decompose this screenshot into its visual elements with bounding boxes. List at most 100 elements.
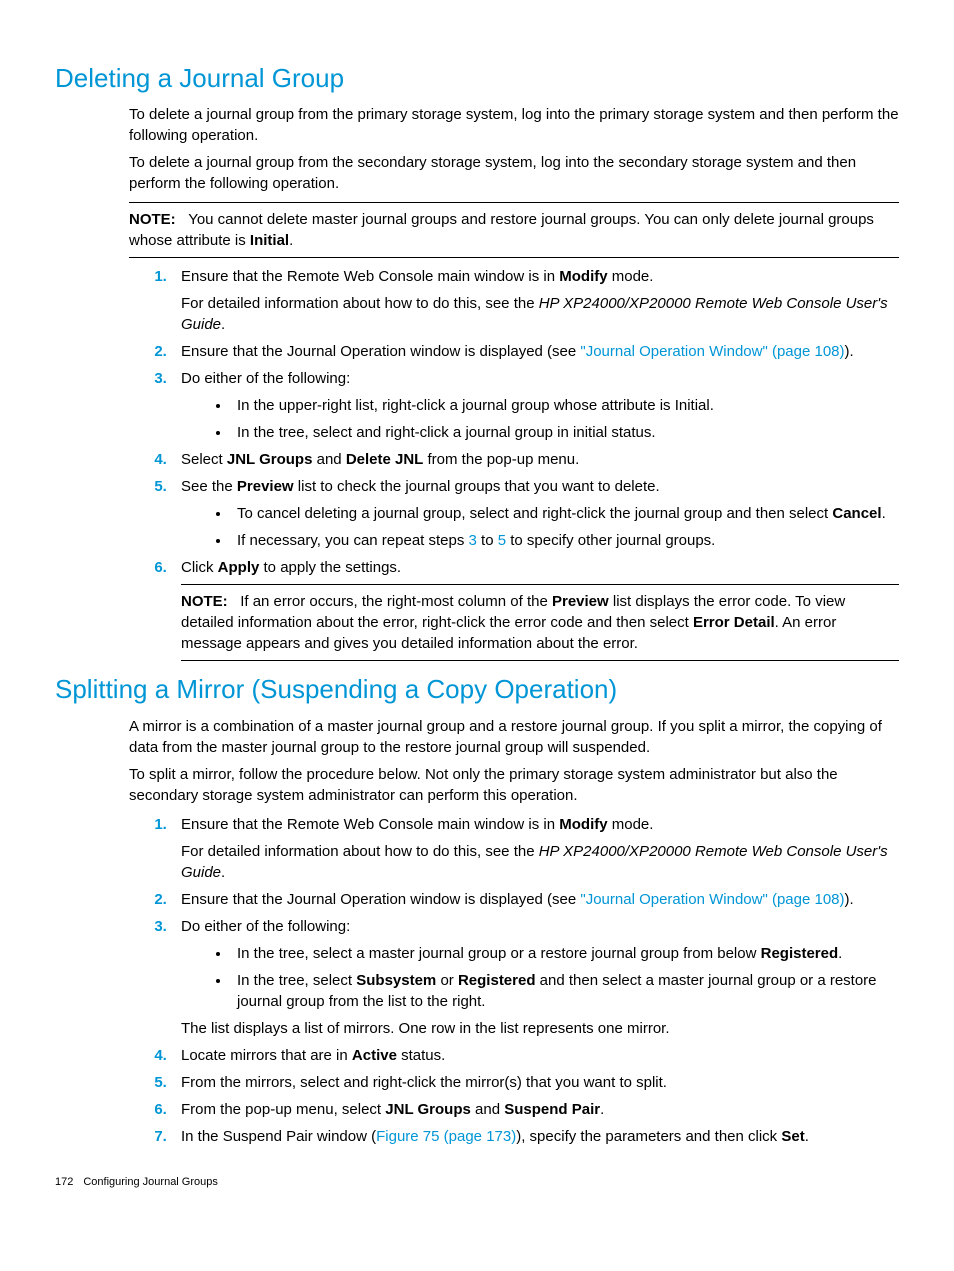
text: to xyxy=(477,532,498,549)
section-body: A mirror is a combination of a master jo… xyxy=(129,716,899,1147)
link-step-5[interactable]: 5 xyxy=(498,532,506,549)
text: . xyxy=(289,232,293,249)
page-footer: 172 Configuring Journal Groups xyxy=(55,1175,899,1190)
step: Select JNL Groups and Delete JNL from th… xyxy=(171,449,899,470)
step: Do either of the following: In the tree,… xyxy=(171,916,899,1039)
bold: Preview xyxy=(552,593,609,610)
text: To cancel deleting a journal group, sele… xyxy=(237,505,832,522)
bold: Registered xyxy=(761,945,839,962)
note-text: You cannot delete master journal groups … xyxy=(129,211,874,249)
text: Do either of the following: xyxy=(181,918,350,935)
section-heading-splitting: Splitting a Mirror (Suspending a Copy Op… xyxy=(55,671,899,707)
note-box: NOTE: You cannot delete master journal g… xyxy=(129,202,899,258)
bold: Active xyxy=(352,1047,397,1064)
bullet: In the tree, select a master journal gro… xyxy=(231,943,899,964)
text: If an error occurs, the right-most colum… xyxy=(240,593,552,610)
note-label: NOTE: xyxy=(129,211,176,228)
text: to specify other journal groups. xyxy=(506,532,715,549)
text: . xyxy=(882,505,886,522)
text: ), specify the parameters and then click xyxy=(516,1128,781,1145)
para: To split a mirror, follow the procedure … xyxy=(129,764,899,806)
bullet-list: In the tree, select a master journal gro… xyxy=(181,943,899,1012)
text: Ensure that the Remote Web Console main … xyxy=(181,816,559,833)
footer-title: Configuring Journal Groups xyxy=(83,1176,218,1188)
text: If necessary, you can repeat steps xyxy=(237,532,469,549)
section-body: To delete a journal group from the prima… xyxy=(129,104,899,661)
text: . xyxy=(221,316,225,333)
bold: Registered xyxy=(458,972,536,989)
para: For detailed information about how to do… xyxy=(181,293,899,335)
text: See the xyxy=(181,478,237,495)
step: Ensure that the Remote Web Console main … xyxy=(171,814,899,883)
para: To delete a journal group from the secon… xyxy=(129,152,899,194)
text: Ensure that the Journal Operation window… xyxy=(181,343,580,360)
text: . xyxy=(805,1128,809,1145)
bold: Modify xyxy=(559,268,607,285)
step: From the pop-up menu, select JNL Groups … xyxy=(171,1099,899,1120)
text: mode. xyxy=(608,816,654,833)
step: Click Apply to apply the settings. NOTE:… xyxy=(171,557,899,661)
text: In the tree, select a master journal gro… xyxy=(237,945,761,962)
text: to apply the settings. xyxy=(259,559,401,576)
bullet: In the tree, select Subsystem or Registe… xyxy=(231,970,899,1012)
text: Do either of the following: xyxy=(181,370,350,387)
text: list to check the journal groups that yo… xyxy=(294,478,660,495)
section-heading-deleting: Deleting a Journal Group xyxy=(55,60,899,96)
note-label: NOTE: xyxy=(181,593,228,610)
text: Select xyxy=(181,451,227,468)
bullet-list: To cancel deleting a journal group, sele… xyxy=(181,503,899,551)
bold: JNL Groups xyxy=(227,451,313,468)
text: and xyxy=(471,1101,504,1118)
step: Ensure that the Journal Operation window… xyxy=(171,341,899,362)
bullet: If necessary, you can repeat steps 3 to … xyxy=(231,530,899,551)
step: Ensure that the Remote Web Console main … xyxy=(171,266,899,335)
text: For detailed information about how to do… xyxy=(181,843,539,860)
step: Do either of the following: In the upper… xyxy=(171,368,899,443)
step: In the Suspend Pair window (Figure 75 (p… xyxy=(171,1126,899,1147)
link-journal-operation[interactable]: "Journal Operation Window" (page 108) xyxy=(580,891,844,908)
bold: Error Detail xyxy=(693,614,775,631)
text: . xyxy=(838,945,842,962)
link-figure-75[interactable]: Figure 75 (page 173) xyxy=(376,1128,516,1145)
bold: Modify xyxy=(559,816,607,833)
text: from the pop-up menu. xyxy=(423,451,579,468)
text: Click xyxy=(181,559,218,576)
bold: Suspend Pair xyxy=(504,1101,600,1118)
bold: Apply xyxy=(218,559,260,576)
text: For detailed information about how to do… xyxy=(181,295,539,312)
text: and xyxy=(312,451,345,468)
page-number: 172 xyxy=(55,1176,73,1188)
bold: Preview xyxy=(237,478,294,495)
bold: Delete JNL xyxy=(346,451,424,468)
step: Ensure that the Journal Operation window… xyxy=(171,889,899,910)
bold: Set xyxy=(781,1128,804,1145)
bold: Subsystem xyxy=(356,972,436,989)
text: or xyxy=(436,972,458,989)
bold: Initial xyxy=(250,232,289,249)
text: From the pop-up menu, select xyxy=(181,1101,385,1118)
text: Ensure that the Remote Web Console main … xyxy=(181,268,559,285)
text: Ensure that the Journal Operation window… xyxy=(181,891,580,908)
bold: Cancel xyxy=(832,505,881,522)
para: The list displays a list of mirrors. One… xyxy=(181,1018,899,1039)
bullet-list: In the upper-right list, right-click a j… xyxy=(181,395,899,443)
para: A mirror is a combination of a master jo… xyxy=(129,716,899,758)
bold: JNL Groups xyxy=(385,1101,471,1118)
text: In the tree, select xyxy=(237,972,356,989)
link-journal-operation[interactable]: "Journal Operation Window" (page 108) xyxy=(580,343,844,360)
text: ). xyxy=(845,343,854,360)
ordered-steps: Ensure that the Remote Web Console main … xyxy=(129,814,899,1147)
ordered-steps: Ensure that the Remote Web Console main … xyxy=(129,266,899,661)
text: Locate mirrors that are in xyxy=(181,1047,352,1064)
text: . xyxy=(221,864,225,881)
step: Locate mirrors that are in Active status… xyxy=(171,1045,899,1066)
text: mode. xyxy=(608,268,654,285)
step: From the mirrors, select and right-click… xyxy=(171,1072,899,1093)
step: See the Preview list to check the journa… xyxy=(171,476,899,551)
para: To delete a journal group from the prima… xyxy=(129,104,899,146)
bullet: In the tree, select and right-click a jo… xyxy=(231,422,899,443)
text: . xyxy=(600,1101,604,1118)
para: For detailed information about how to do… xyxy=(181,841,899,883)
link-step-3[interactable]: 3 xyxy=(469,532,477,549)
text: status. xyxy=(397,1047,445,1064)
